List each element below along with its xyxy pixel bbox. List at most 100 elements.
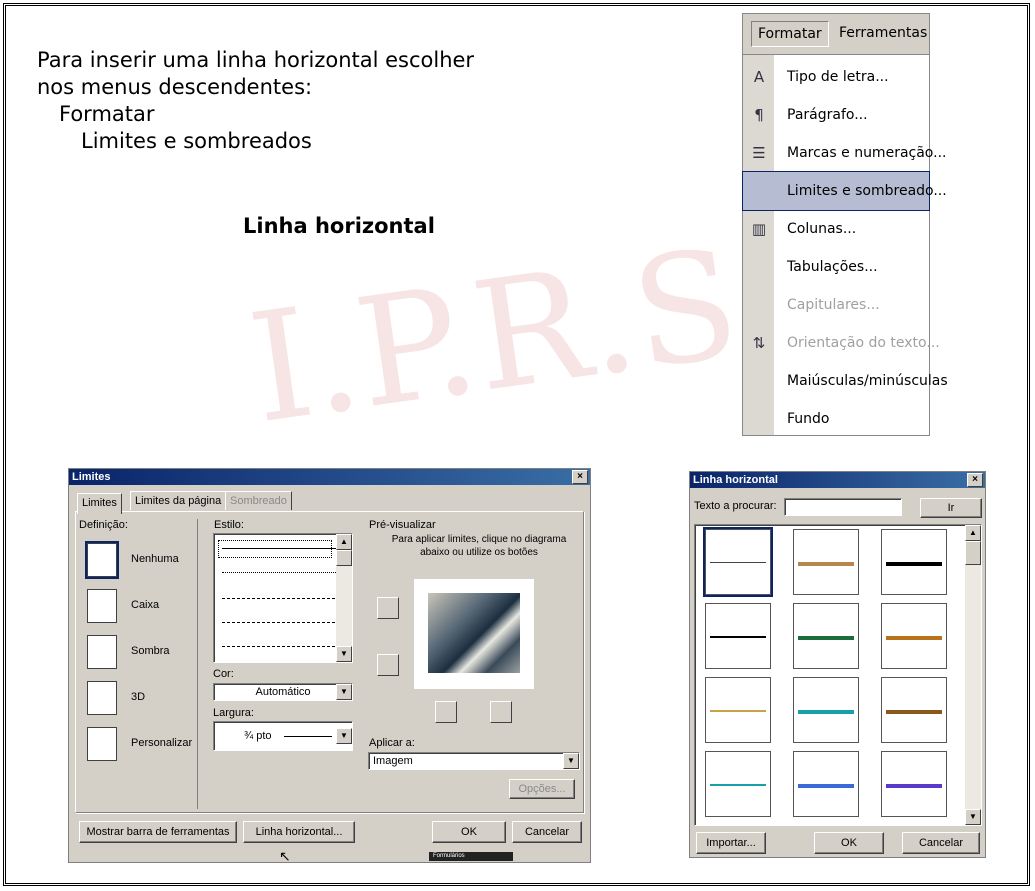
text-direction-icon: ⇅	[752, 334, 766, 352]
linha-titlebar: Linha horizontal ×	[690, 472, 985, 488]
tab-limites-pagina[interactable]: Limites da página	[130, 491, 227, 510]
menu-item-5[interactable]: Tabulações...	[743, 248, 929, 286]
ok-button[interactable]: OK	[432, 821, 506, 843]
bullets-icon: ☰	[752, 144, 766, 162]
intro-line-3: Formatar	[59, 102, 155, 126]
dropdown-arrow-icon[interactable]: ▼	[336, 728, 352, 744]
line-option-6[interactable]	[705, 677, 771, 743]
line-sample	[710, 562, 766, 563]
importar-button[interactable]: Importar...	[696, 832, 766, 854]
menu-item-label: Marcas e numeração...	[787, 145, 947, 161]
close-icon[interactable]: ×	[572, 470, 588, 484]
scroll-up-icon[interactable]: ▲	[965, 525, 981, 541]
largura-select[interactable]: ¾ pto ▼	[213, 721, 353, 751]
line-sample	[710, 710, 766, 712]
menu-item-0[interactable]: A Tipo de letra...	[743, 58, 929, 96]
paragraph-icon: ¶	[754, 106, 764, 124]
line-option-3[interactable]	[705, 603, 771, 669]
line-option-10[interactable]	[793, 751, 859, 817]
menu-formatar[interactable]: Formatar	[751, 21, 829, 47]
line-option-0[interactable]	[703, 527, 773, 597]
aplicar-select[interactable]: Imagem ▼	[368, 752, 580, 770]
definicao-0-icon[interactable]	[85, 541, 119, 579]
scroll-thumb[interactable]	[336, 550, 352, 566]
line-style-dashed	[222, 598, 340, 599]
cor-value: Automático	[255, 686, 311, 698]
opcoes-button[interactable]: Opções...	[509, 779, 575, 799]
line-sample	[886, 636, 942, 640]
line-option-5[interactable]	[881, 603, 947, 669]
line-option-1[interactable]	[793, 529, 859, 595]
estilo-label: Estilo:	[214, 519, 244, 531]
preview-hint: Para aplicar limites, clique no diagrama…	[391, 534, 567, 558]
menu-item-1[interactable]: ¶ Parágrafo...	[743, 96, 929, 134]
definicao-2-icon[interactable]	[87, 635, 117, 669]
cancelar-button[interactable]: Cancelar	[902, 832, 980, 854]
right-border-icon[interactable]	[490, 701, 512, 723]
heading-linha-horizontal: Linha horizontal	[243, 214, 435, 238]
cor-select[interactable]: Automático ▼	[213, 683, 353, 701]
limites-titlebar: Limites ×	[69, 469, 590, 485]
menu-item-6[interactable]: Capitulares...	[743, 286, 929, 324]
line-gallery[interactable]: ▲ ▼	[694, 524, 982, 826]
intro-line-1: Para inserir uma linha horizontal escolh…	[37, 48, 475, 72]
definicao-label-4: Personalizar	[131, 737, 193, 749]
wave-image	[428, 593, 520, 673]
estilo-scrollbar[interactable]: ▲ ▼	[336, 534, 352, 662]
menu-item-9[interactable]: Fundo	[743, 400, 929, 438]
line-sample	[798, 710, 854, 714]
line-sample	[710, 636, 766, 638]
intro-line-2: nos menus descendentes:	[37, 75, 313, 99]
top-border-icon[interactable]	[377, 597, 399, 619]
ok-button[interactable]: OK	[814, 832, 884, 854]
line-sample	[886, 710, 942, 714]
ir-button[interactable]: Ir	[920, 498, 982, 518]
cancelar-button[interactable]: Cancelar	[512, 821, 582, 843]
left-border-icon[interactable]	[435, 701, 457, 723]
menu-item-label: Tipo de letra...	[787, 69, 889, 85]
menu-item-8[interactable]: Maiúsculas/minúsculas	[743, 362, 948, 400]
menu-item-4[interactable]: ▥ Colunas...	[743, 210, 929, 248]
largura-label: Largura:	[213, 707, 254, 719]
tab-sombreado[interactable]: Sombreado	[225, 491, 292, 510]
bottom-border-icon[interactable]	[377, 654, 399, 676]
menu-item-label: Maiúsculas/minúsculas	[787, 373, 948, 389]
line-option-8[interactable]	[881, 677, 947, 743]
line-option-9[interactable]	[705, 751, 771, 817]
dropdown-arrow-icon[interactable]: ▼	[336, 684, 352, 700]
limites-title: Limites	[72, 471, 111, 483]
line-option-4[interactable]	[793, 603, 859, 669]
scroll-down-icon[interactable]: ▼	[965, 809, 981, 825]
definicao-1-icon[interactable]	[87, 589, 117, 623]
divider	[197, 519, 198, 809]
search-input[interactable]	[784, 498, 902, 516]
dropdown-arrow-icon[interactable]: ▼	[563, 753, 579, 769]
linha-horizontal-button[interactable]: Linha horizontal...	[243, 821, 355, 843]
estilo-list[interactable]: ▲ ▼	[213, 533, 353, 663]
menu-item-7[interactable]: ⇅ Orientação do texto...	[743, 324, 940, 362]
menu-ferramentas[interactable]: Ferramentas	[833, 21, 933, 45]
linha-title: Linha horizontal	[693, 474, 778, 486]
formularios-label: Formulários	[429, 852, 513, 861]
menu-item-3[interactable]: Limites e sombreado...	[742, 171, 947, 211]
scroll-up-icon[interactable]: ▲	[336, 534, 352, 550]
line-option-2[interactable]	[881, 529, 947, 595]
tab-limites[interactable]: Limites	[77, 493, 122, 514]
mostrar-barra-button[interactable]: Mostrar barra de ferramentas	[79, 821, 237, 843]
line-option-11[interactable]	[881, 751, 947, 817]
menu-item-label: Limites e sombreado...	[787, 183, 947, 199]
gallery-scrollbar[interactable]: ▲ ▼	[965, 525, 981, 825]
scroll-down-icon[interactable]: ▼	[336, 646, 352, 662]
scroll-thumb[interactable]	[965, 541, 981, 565]
preview-diagram[interactable]	[414, 579, 534, 689]
menu-item-2[interactable]: ☰ Marcas e numeração...	[743, 134, 946, 172]
line-sample	[886, 562, 942, 566]
menu-item-label: Colunas...	[787, 221, 857, 237]
line-option-7[interactable]	[793, 677, 859, 743]
definicao-4-icon[interactable]	[87, 727, 117, 761]
format-menu: Formatar Ferramentas A Tipo de letra... ¶ P…	[742, 13, 948, 438]
font-icon: A	[753, 68, 765, 86]
definicao-3-icon[interactable]	[87, 681, 117, 715]
close-icon[interactable]: ×	[967, 473, 983, 487]
definicao-label-2: Sombra	[131, 645, 170, 657]
